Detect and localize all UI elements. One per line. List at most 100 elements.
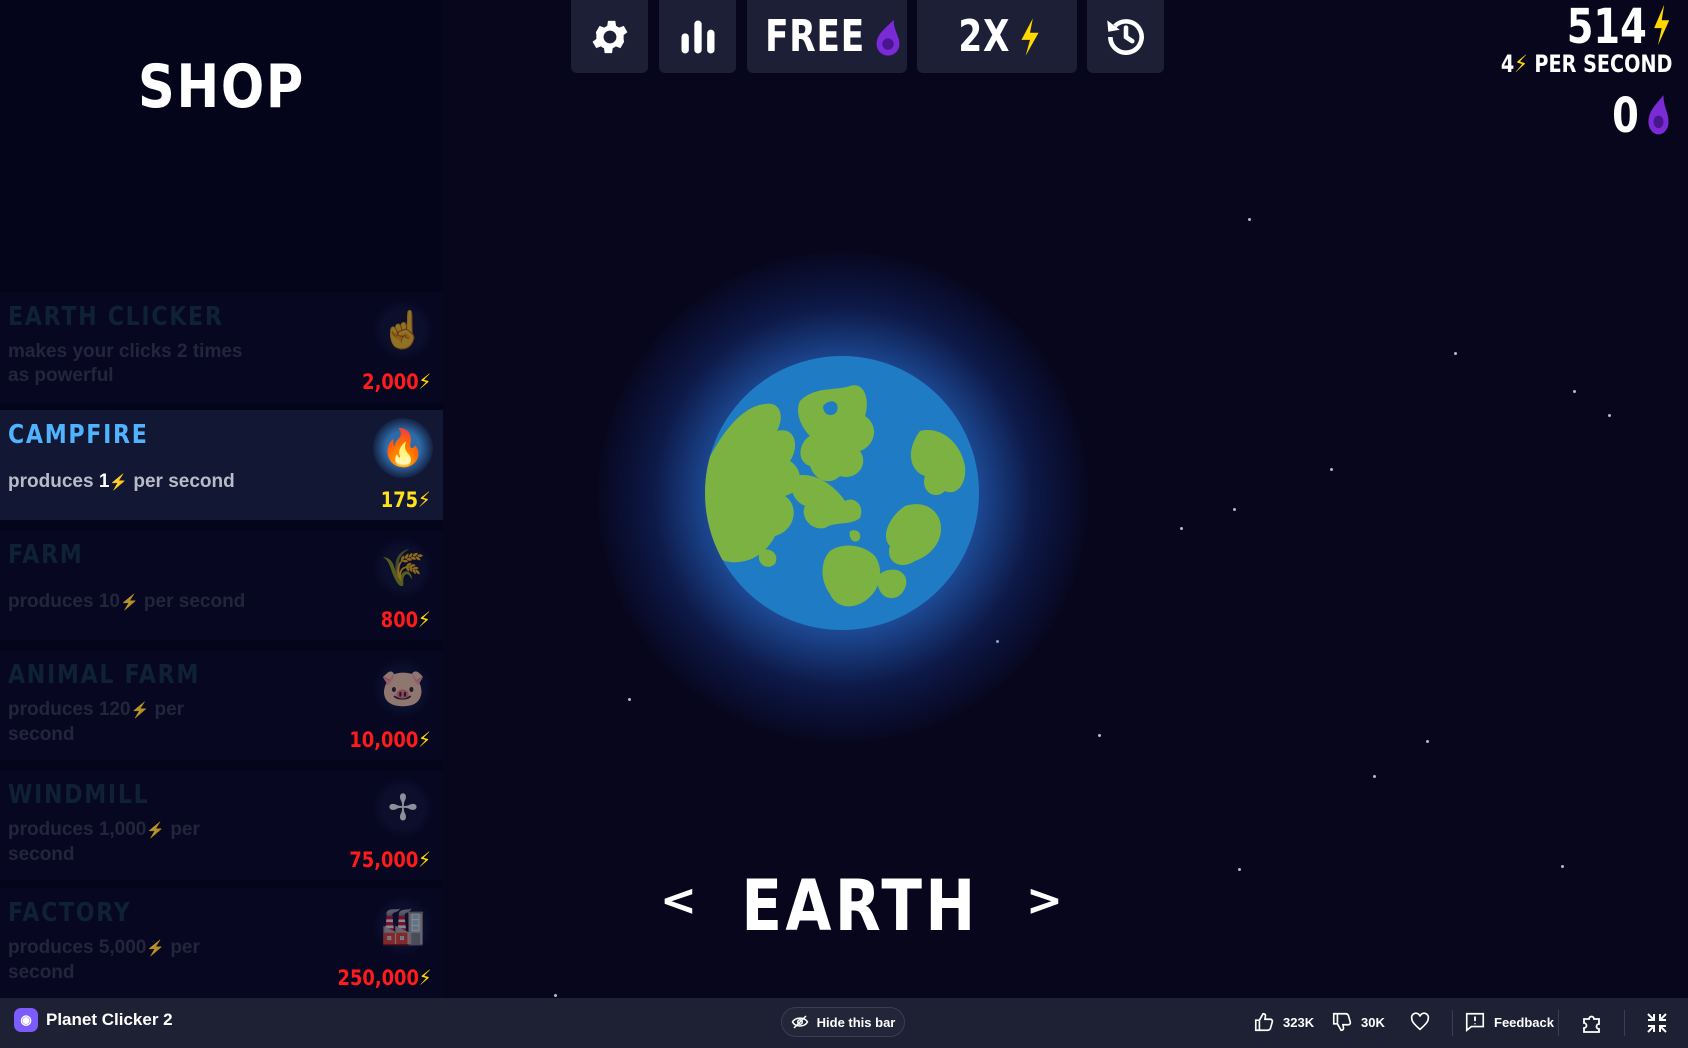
free-dark-matter-button[interactable]: FREE — [747, 0, 907, 73]
item-name: ANIMAL FARM — [8, 660, 201, 690]
shop-item-campfire[interactable]: CAMPFIRE produces 1⚡ per second 🔥 175⚡ — [0, 410, 443, 520]
item-price: 75,000⚡ — [349, 848, 431, 872]
item-name: FACTORY — [8, 898, 132, 928]
star — [1573, 390, 1576, 393]
star — [628, 698, 631, 701]
energy-count: 514 — [1500, 0, 1672, 54]
hand-pointer-icon: ☝ — [373, 300, 433, 360]
dislike-button[interactable]: 30K — [1331, 1011, 1385, 1033]
platform-logo-icon: ◉ — [14, 1008, 38, 1032]
energy-bolt-icon: ⚡ — [418, 370, 431, 394]
dislike-count: 30K — [1361, 1014, 1385, 1030]
shop-title: SHOP — [138, 52, 305, 122]
star — [1180, 527, 1183, 530]
heart-icon — [1410, 1012, 1430, 1031]
energy-per-second: 4⚡ PER SECOND — [1500, 50, 1672, 78]
star — [1426, 740, 1429, 743]
bar-chart-icon — [681, 20, 714, 53]
history-icon — [1106, 18, 1144, 55]
item-description: produces 10⚡ per second — [8, 591, 246, 612]
star — [554, 994, 557, 997]
puzzle-button[interactable] — [1580, 1011, 1604, 1035]
campfire-icon: 🔥 — [373, 418, 433, 478]
platform-bottom-bar: ◉ Planet Clicker 2 Hide this bar 323K 30… — [0, 998, 1688, 1048]
item-description: produces 1⚡ per second — [8, 471, 235, 492]
game-title: Planet Clicker 2 — [46, 1010, 173, 1029]
item-price: 175⚡ — [381, 488, 431, 512]
energy-bolt-icon: ⚡ — [418, 488, 431, 512]
windmill-icon: ✢ — [373, 778, 433, 838]
star — [1098, 734, 1101, 737]
energy-bolt-icon: ⚡ — [418, 966, 431, 990]
energy-bolt-icon: ⚡ — [1513, 50, 1528, 78]
factory-icon: 🏭 — [373, 896, 433, 956]
resource-stats: 514 4⚡ PER SECOND 0 — [1458, 0, 1672, 144]
planet-name: EARTH — [741, 865, 979, 947]
star — [1330, 468, 1333, 471]
farm-icon: 🌾 — [373, 538, 433, 598]
energy-bolt-icon: ⚡ — [119, 594, 139, 611]
thumbs-up-icon — [1254, 1012, 1274, 1032]
item-price: 10,000⚡ — [349, 728, 431, 752]
favorite-button[interactable] — [1409, 1011, 1431, 1033]
item-description: produces 120⚡ per second — [8, 699, 185, 745]
star — [1238, 868, 1241, 871]
shop-item-animal-farm[interactable]: ANIMAL FARM produces 120⚡ per second 🐷 1… — [0, 650, 443, 760]
free-label: FREE — [765, 11, 865, 62]
item-name: CAMPFIRE — [8, 420, 149, 450]
feedback-icon — [1465, 1012, 1485, 1032]
energy-bolt-icon — [1654, 4, 1670, 46]
shop-item-farm[interactable]: FARM produces 10⚡ per second 🌾 800⚡ — [0, 530, 443, 640]
item-name: FARM — [8, 540, 84, 570]
energy-bolt-icon: ⚡ — [109, 474, 129, 491]
item-name: WINDMILL — [8, 780, 150, 810]
history-button[interactable] — [1087, 0, 1164, 73]
energy-bolt-icon: ⚡ — [418, 848, 431, 872]
item-description: produces 5,000⚡ per second — [8, 937, 200, 983]
star — [1248, 218, 1251, 221]
divider — [1624, 1010, 1625, 1036]
pig-icon: 🐷 — [373, 658, 433, 718]
collapse-icon — [1647, 1013, 1667, 1033]
exit-fullscreen-button[interactable] — [1645, 1011, 1669, 1035]
feedback-button[interactable]: Feedback — [1464, 1011, 1554, 1033]
item-price: 2,000⚡ — [361, 370, 431, 394]
item-price: 800⚡ — [381, 608, 431, 632]
settings-button[interactable] — [571, 0, 648, 73]
energy-bolt-icon: ⚡ — [146, 822, 166, 839]
dark-matter-icon — [876, 19, 900, 56]
energy-bolt-icon: ⚡ — [418, 608, 431, 632]
star — [1233, 508, 1236, 511]
star — [1561, 865, 1564, 868]
shop-panel: SHOP EARTH CLICKER makes your clicks 2 t… — [0, 0, 443, 998]
dark-matter-icon — [1648, 95, 1669, 135]
game-brand: ◉ Planet Clicker 2 — [14, 1008, 173, 1032]
item-name: EARTH CLICKER — [8, 302, 224, 332]
hide-bar-label: Hide this bar — [816, 1014, 896, 1030]
eye-off-icon — [791, 1015, 808, 1029]
thumbs-down-icon — [1332, 1012, 1352, 1032]
shop-item-windmill[interactable]: WINDMILL produces 1,000⚡ per second ✢ 75… — [0, 770, 443, 880]
energy-bolt-icon: ⚡ — [130, 702, 150, 719]
item-price: 250,000⚡ — [337, 966, 431, 990]
planet-selector: < EARTH > — [640, 865, 1080, 947]
shop-item-factory[interactable]: FACTORY produces 5,000⚡ per second 🏭 250… — [0, 888, 443, 998]
double-boost-button[interactable]: 2X — [917, 0, 1077, 73]
star — [1373, 775, 1376, 778]
star — [1608, 414, 1611, 417]
divider — [1558, 1010, 1559, 1036]
hide-bar-button[interactable]: Hide this bar — [781, 1007, 905, 1037]
divider — [1452, 1010, 1453, 1036]
previous-planet-button[interactable]: < — [660, 875, 697, 926]
gear-icon — [592, 20, 627, 53]
puzzle-icon — [1583, 1015, 1600, 1033]
energy-bolt-icon — [1021, 17, 1039, 56]
dark-matter-count: 0 — [1500, 88, 1672, 144]
item-description: makes your clicks 2 times as powerful — [8, 341, 243, 386]
shop-item-earth-clicker[interactable]: EARTH CLICKER makes your clicks 2 times … — [0, 292, 443, 402]
earth-planet[interactable] — [705, 356, 979, 630]
stats-button[interactable] — [659, 0, 736, 73]
energy-bolt-icon: ⚡ — [146, 940, 166, 957]
like-button[interactable]: 323K — [1253, 1011, 1314, 1033]
next-planet-button[interactable]: > — [1026, 875, 1063, 926]
